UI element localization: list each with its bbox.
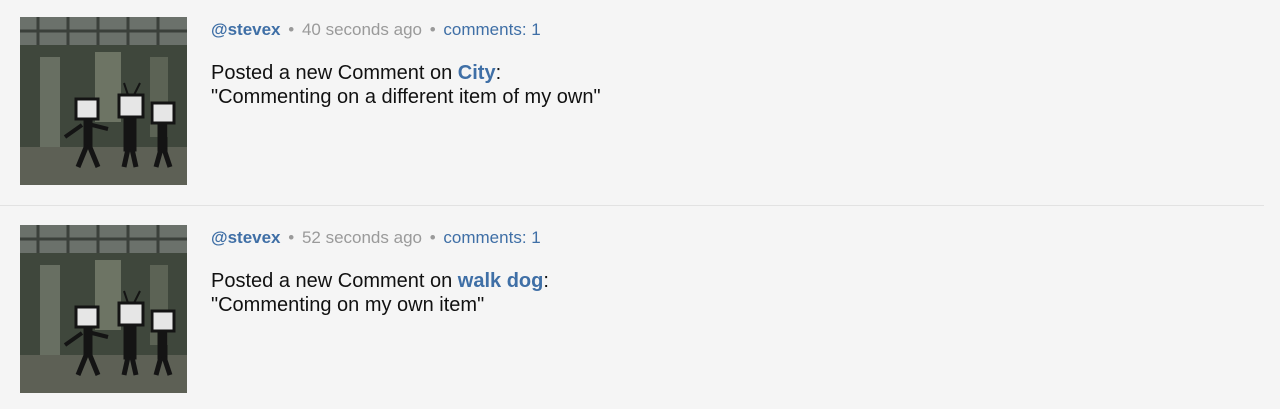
comment-quote: "Commenting on a different item of my ow…	[211, 86, 601, 108]
username-link[interactable]: @stevex	[211, 20, 281, 39]
activity-item: @stevex • 52 seconds ago • comments: 1 P…	[0, 208, 1264, 398]
activity-action-line: Posted a new Comment on City:	[211, 61, 601, 85]
activity-meta: @stevex • 40 seconds ago • comments: 1	[211, 19, 541, 41]
activity-body: Posted a new Comment on City: "Commentin…	[211, 61, 601, 109]
action-suffix: :	[495, 62, 502, 84]
action-text: Posted a new Comment on	[211, 62, 458, 84]
activity-action-line: Posted a new Comment on walk dog:	[211, 269, 549, 293]
activity-body: Posted a new Comment on walk dog: "Comme…	[211, 269, 549, 317]
user-avatar[interactable]	[20, 17, 187, 185]
comments-count-link[interactable]: comments: 1	[443, 20, 540, 39]
meta-separator: •	[429, 228, 436, 247]
action-text: Posted a new Comment on	[211, 270, 458, 292]
item-divider	[0, 205, 1264, 206]
item-link[interactable]: walk dog	[458, 270, 544, 292]
activity-feed: @stevex • 40 seconds ago • comments: 1 P…	[0, 0, 1280, 409]
action-suffix: :	[543, 270, 549, 292]
timestamp: 40 seconds ago	[301, 20, 422, 39]
activity-item: @stevex • 40 seconds ago • comments: 1 P…	[0, 0, 1264, 190]
meta-separator: •	[429, 20, 436, 39]
comments-count-link[interactable]: comments: 1	[443, 228, 540, 247]
item-link[interactable]: City	[458, 62, 496, 84]
comment-quote: "Commenting on my own item"	[211, 294, 485, 316]
timestamp: 52 seconds ago	[301, 228, 422, 247]
meta-separator: •	[288, 228, 295, 247]
activity-meta: @stevex • 52 seconds ago • comments: 1	[211, 227, 541, 249]
meta-separator: •	[288, 20, 295, 39]
username-link[interactable]: @stevex	[211, 228, 281, 247]
user-avatar[interactable]	[20, 225, 187, 393]
